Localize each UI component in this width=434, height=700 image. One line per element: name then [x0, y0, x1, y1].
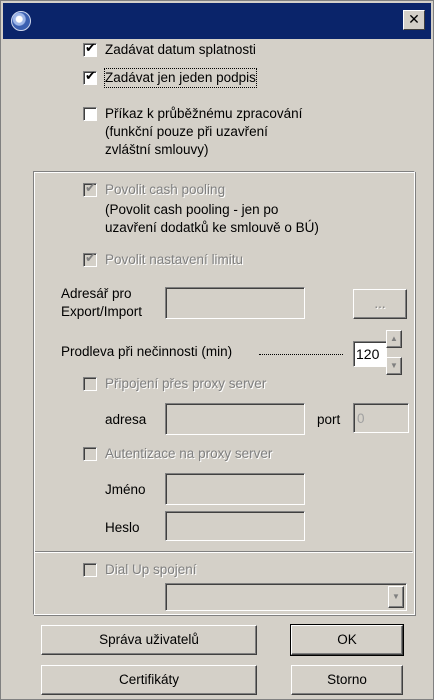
chevron-down-icon[interactable]: ▼	[388, 586, 404, 608]
settings-dialog: ✕ ✔ Zadávat datum splatnosti ✔ Zadávat j…	[0, 0, 434, 700]
app-globe-icon	[11, 11, 31, 31]
proxy-connection-checkbox[interactable]	[83, 377, 97, 391]
single-signature-checkbox[interactable]: ✔	[83, 69, 97, 85]
cash-pooling-label: Povolit cash pooling	[105, 182, 226, 197]
auth-password-input[interactable]	[166, 512, 304, 540]
proxy-address-label: adresa	[105, 412, 147, 427]
auth-password-field[interactable]	[165, 511, 305, 541]
proxy-port-label: port	[317, 412, 341, 427]
certificates-button[interactable]: Certifikáty	[41, 665, 257, 695]
idle-delay-value: 120	[356, 346, 380, 362]
cash-pooling-checkbox[interactable]: ✔	[83, 181, 97, 197]
close-button[interactable]: ✕	[403, 10, 425, 30]
dialup-checkbox[interactable]	[83, 563, 97, 577]
browse-button[interactable]: ...	[353, 289, 407, 319]
continuous-processing-label: Příkaz k průběžnému zpracování	[105, 106, 303, 121]
idle-delay-down-button[interactable]: ▼	[386, 357, 402, 375]
auth-name-label: Jméno	[105, 482, 146, 497]
continuous-processing-checkbox[interactable]	[83, 107, 97, 121]
user-management-button[interactable]: Správa uživatelů	[41, 625, 257, 655]
checkmark-icon: ✔	[85, 41, 96, 56]
checkmark-icon: ✔	[85, 251, 96, 266]
proxy-port-field[interactable]	[353, 403, 409, 433]
auth-name-field[interactable]	[165, 473, 305, 505]
continuous-processing-note: (funkční pouze při uzavření	[105, 124, 268, 139]
auth-password-label: Heslo	[105, 520, 140, 535]
options-group	[33, 171, 415, 615]
proxy-auth-checkbox[interactable]	[83, 447, 97, 461]
cancel-button[interactable]: Storno	[291, 665, 403, 695]
idle-delay-field[interactable]: 120	[353, 341, 387, 367]
checkmark-icon: ✔	[85, 69, 96, 84]
proxy-auth-label: Autentizace na proxy server	[105, 446, 273, 461]
limit-setting-label: Povolit nastavení limitu	[105, 252, 244, 267]
auth-name-input[interactable]	[166, 474, 304, 504]
export-import-path-field[interactable]	[165, 287, 305, 319]
export-import-label: Adresář pro	[61, 286, 132, 301]
idle-delay-label: Prodleva při nečinnosti (min)	[61, 344, 233, 359]
proxy-port-input[interactable]	[354, 404, 408, 432]
checkmark-icon: ✔	[85, 181, 96, 196]
continuous-processing-note: zvláštní smlouvy)	[105, 142, 209, 157]
divider	[35, 551, 413, 552]
proxy-address-field[interactable]	[165, 403, 305, 435]
cash-pooling-note: uzavření dodatků ke smlouvě o BÚ)	[105, 220, 319, 235]
due-date-label: Zadávat datum splatnosti	[105, 42, 256, 57]
title-bar: ✕	[3, 3, 431, 39]
proxy-address-input[interactable]	[166, 404, 304, 434]
proxy-connection-label: Připojení přes proxy server	[105, 376, 267, 391]
due-date-checkbox[interactable]: ✔	[83, 41, 97, 57]
export-import-label: Export/Import	[61, 304, 143, 319]
cash-pooling-note: (Povolit cash pooling - jen po	[105, 202, 279, 217]
idle-delay-up-button[interactable]: ▲	[386, 330, 402, 348]
single-signature-label: Zadávat jen jeden podpis	[104, 68, 257, 88]
dialup-label: Dial Up spojení	[105, 562, 197, 577]
leader-dots	[259, 354, 343, 355]
ok-button[interactable]: OK	[290, 624, 404, 656]
export-import-path-input[interactable]	[166, 288, 304, 318]
limit-setting-checkbox[interactable]: ✔	[83, 251, 97, 267]
dialup-connection-select[interactable]: ▼	[165, 583, 407, 611]
